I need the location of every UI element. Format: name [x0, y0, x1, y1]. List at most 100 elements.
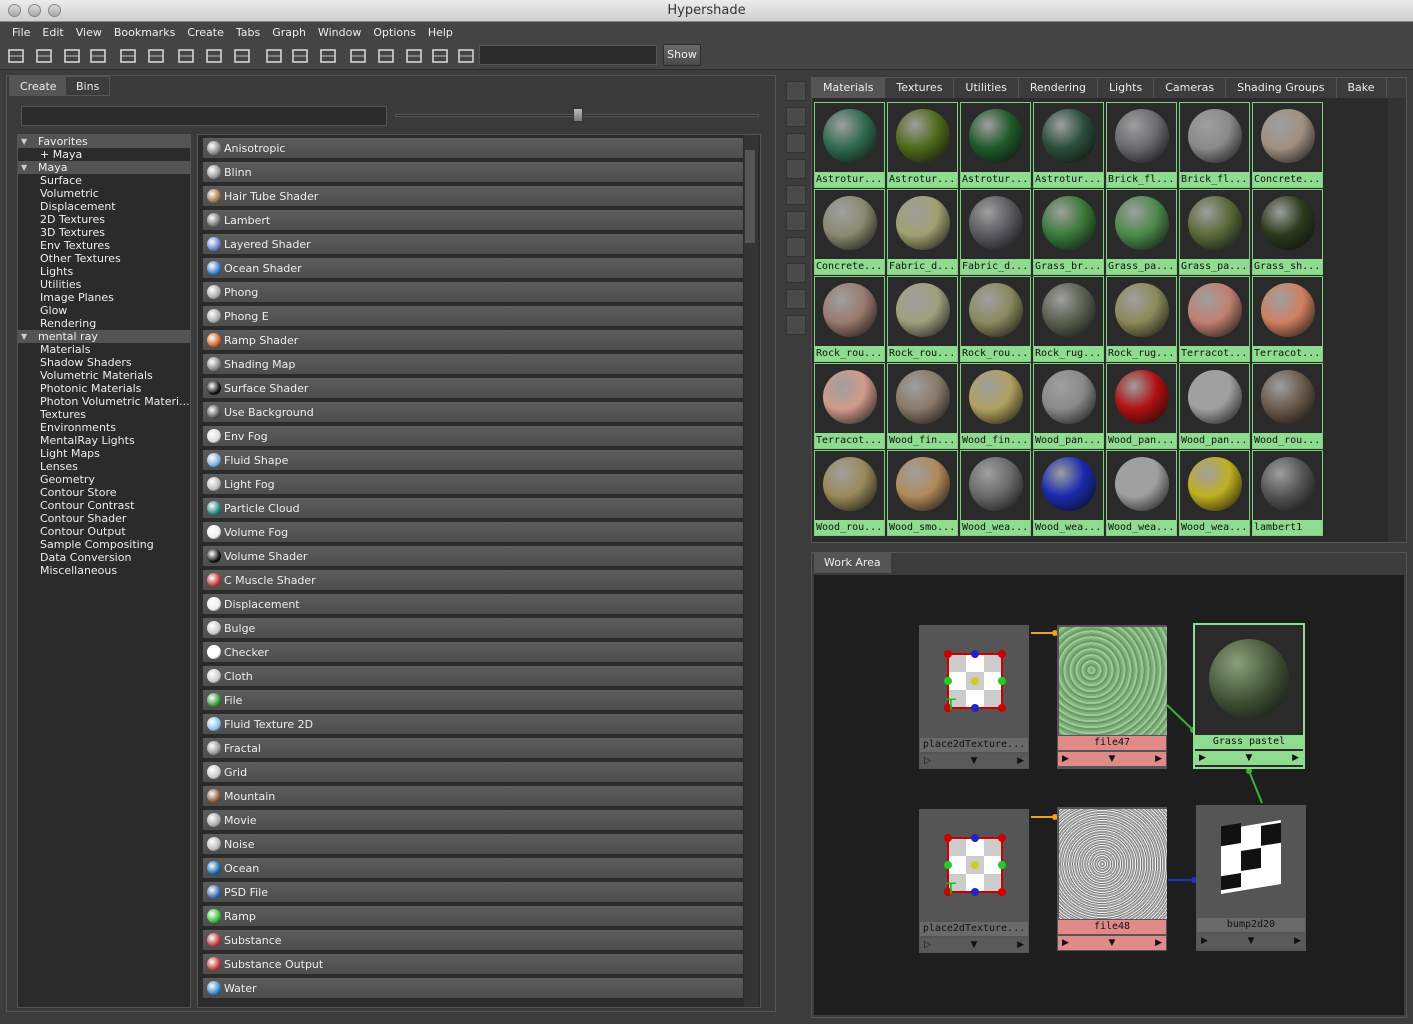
top-tab-layout-icon[interactable]	[34, 46, 54, 66]
material-swatch[interactable]: Fabric_d...	[887, 189, 958, 275]
material-swatch[interactable]: Wood_rou...	[814, 450, 885, 536]
tree-item[interactable]: + Maya	[18, 148, 190, 161]
node-type-item[interactable]: Checker	[202, 641, 744, 663]
tab-create[interactable]: Create	[9, 76, 68, 96]
tree-item[interactable]: Environments	[18, 421, 190, 434]
side-tool-icon[interactable]	[786, 107, 806, 127]
node-type-item[interactable]: Fluid Texture 2D	[202, 713, 744, 735]
node-type-item[interactable]: Layered Shader	[202, 233, 744, 255]
bump-node[interactable]: bump2d20 ▶ ▼ ▶	[1196, 805, 1306, 951]
material-swatch[interactable]: Rock_rou...	[960, 276, 1031, 362]
menu-view[interactable]: View	[76, 26, 102, 39]
node-type-item[interactable]: Ocean	[202, 857, 744, 879]
side-tool-icon[interactable]	[786, 81, 806, 101]
node-type-item[interactable]: Mountain	[202, 785, 744, 807]
bottom-tab-layout-icon[interactable]	[62, 46, 82, 66]
node-type-item[interactable]: Anisotropic	[202, 137, 744, 159]
node-type-item[interactable]: Water	[202, 977, 744, 999]
node-type-item[interactable]: PSD File	[202, 881, 744, 903]
node-type-item[interactable]: Displacement	[202, 593, 744, 615]
node-type-item[interactable]: Light Fog	[202, 473, 744, 495]
material-swatch[interactable]: Grass_pa...	[1106, 189, 1177, 275]
side-tool-icon[interactable]	[786, 315, 806, 335]
tree-item[interactable]: Volumetric Materials	[18, 369, 190, 382]
side-tool-icon[interactable]	[786, 263, 806, 283]
shelf-icon[interactable]	[6, 46, 26, 66]
node-type-item[interactable]: Surface Shader	[202, 377, 744, 399]
tree-item[interactable]: Contour Output	[18, 525, 190, 538]
node-ports[interactable]: ▶ ▼ ▶	[1058, 752, 1166, 766]
tree-item[interactable]: Displacement	[18, 200, 190, 213]
tab-materials[interactable]: Materials	[812, 78, 886, 98]
graph-up-icon[interactable]	[118, 46, 138, 66]
node-type-item[interactable]: Volume Shader	[202, 545, 744, 567]
material-swatch[interactable]: Wood_wea...	[960, 450, 1031, 536]
icon-size-slider-handle[interactable]	[573, 108, 583, 122]
minimize-window-button[interactable]	[28, 4, 41, 17]
node-type-item[interactable]: Blinn	[202, 161, 744, 183]
material-swatch[interactable]: Terracot...	[814, 363, 885, 449]
tab-cameras[interactable]: Cameras	[1154, 78, 1227, 98]
swatch-scrollbar[interactable]	[1388, 98, 1406, 542]
rearrange-icon[interactable]	[348, 46, 368, 66]
tab-textures[interactable]: Textures	[885, 78, 955, 98]
tree-item[interactable]: Env Textures	[18, 239, 190, 252]
tree-item[interactable]: Contour Shader	[18, 512, 190, 525]
create-filter-input[interactable]	[21, 106, 387, 126]
tree-item[interactable]: 2D Textures	[18, 213, 190, 226]
close-window-button[interactable]	[8, 4, 21, 17]
material-swatch[interactable]: lambert1	[1252, 450, 1323, 536]
material-swatch[interactable]: Wood_pan...	[1033, 363, 1104, 449]
tree-item[interactable]: 3D Textures	[18, 226, 190, 239]
material-swatch[interactable]: Wood_wea...	[1106, 450, 1177, 536]
node-ports[interactable]: ▷ ▼ ▶	[920, 754, 1028, 768]
node-type-item[interactable]: Phong E	[202, 305, 744, 327]
material-swatch[interactable]: Wood_fin...	[960, 363, 1031, 449]
file48-node[interactable]: file48 ▶ ▼ ▶	[1057, 807, 1167, 951]
clear-graph-icon[interactable]	[376, 46, 396, 66]
menu-window[interactable]: Window	[318, 26, 361, 39]
tab-utilities[interactable]: Utilities	[954, 78, 1019, 98]
material-swatch[interactable]: Wood_wea...	[1033, 450, 1104, 536]
node-type-item[interactable]: Use Background	[202, 401, 744, 423]
material-swatch[interactable]: Wood_smo...	[887, 450, 958, 536]
tree-item[interactable]: Contour Store	[18, 486, 190, 499]
node-type-item[interactable]: Fluid Shape	[202, 449, 744, 471]
frame-all-icon[interactable]	[430, 46, 450, 66]
menu-file[interactable]: File	[12, 26, 30, 39]
side-tool-icon[interactable]	[786, 211, 806, 231]
node-type-item[interactable]: Hair Tube Shader	[202, 185, 744, 207]
side-tool-icon[interactable]	[786, 289, 806, 309]
node-type-item[interactable]: Fractal	[202, 737, 744, 759]
expand-arrow-icon[interactable]: ▼	[21, 161, 27, 174]
node-type-item[interactable]: Bulge	[202, 617, 744, 639]
tree-item[interactable]: Materials	[18, 343, 190, 356]
frame-selected-icon[interactable]	[456, 46, 476, 66]
material-swatch[interactable]: Wood_pan...	[1179, 363, 1250, 449]
node-type-item[interactable]: Noise	[202, 833, 744, 855]
tree-item[interactable]: Utilities	[18, 278, 190, 291]
material-swatch[interactable]: Grass_pa...	[1179, 189, 1250, 275]
menu-graph[interactable]: Graph	[272, 26, 306, 39]
tree-item[interactable]: Miscellaneous	[18, 564, 190, 577]
grass-node[interactable]: Grass pastel ▶ ▼ ▶	[1193, 623, 1305, 769]
node-list-scrollbar[interactable]	[744, 135, 758, 1007]
tab-shading-groups[interactable]: Shading Groups	[1226, 78, 1337, 98]
menu-create[interactable]: Create	[187, 26, 224, 39]
connections-icon[interactable]	[204, 46, 224, 66]
expand-arrow-icon[interactable]: ▼	[21, 330, 27, 343]
node-type-item[interactable]: C Muscle Shader	[202, 569, 744, 591]
material-swatch[interactable]: Astrotur...	[960, 102, 1031, 188]
tree-item[interactable]: MentalRay Lights	[18, 434, 190, 447]
tab-lights[interactable]: Lights	[1098, 78, 1155, 98]
node-type-item[interactable]: Ramp Shader	[202, 329, 744, 351]
side-tool-icon[interactable]	[786, 185, 806, 205]
material-swatch[interactable]: Rock_rou...	[887, 276, 958, 362]
tree-item[interactable]: Volumetric	[18, 187, 190, 200]
tree-item[interactable]: ▼ mental ray	[18, 330, 190, 343]
side-tool-icon[interactable]	[786, 159, 806, 179]
tab-rendering[interactable]: Rendering	[1019, 78, 1098, 98]
tab-bake[interactable]: Bake	[1337, 78, 1387, 98]
tab-bins[interactable]: Bins	[65, 76, 111, 96]
tree-item[interactable]: Lenses	[18, 460, 190, 473]
